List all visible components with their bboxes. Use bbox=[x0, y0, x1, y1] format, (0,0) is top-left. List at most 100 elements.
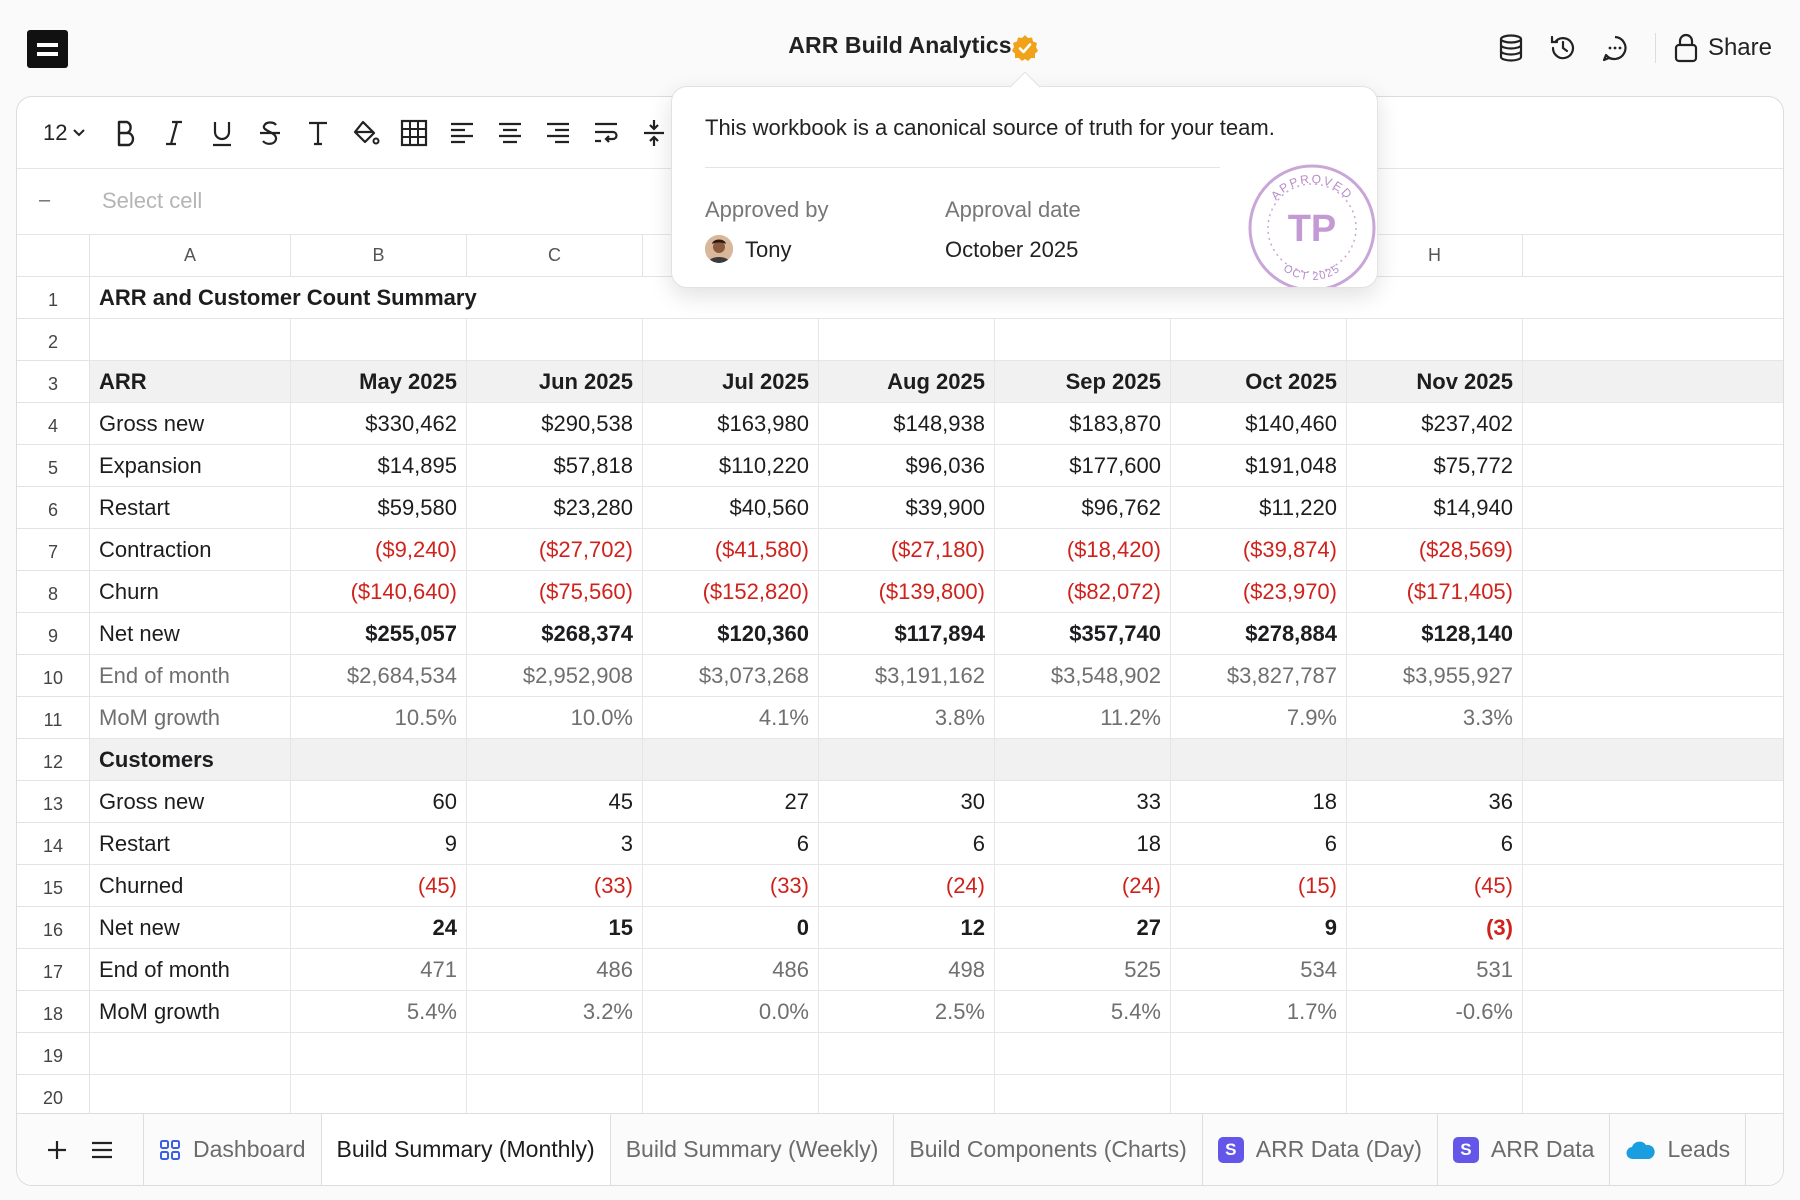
value-cell[interactable]: Oct 2025 bbox=[1171, 361, 1347, 403]
value-cell[interactable]: 4.1% bbox=[643, 697, 819, 739]
value-cell[interactable]: $290,538 bbox=[467, 403, 643, 445]
value-cell[interactable]: $3,191,162 bbox=[819, 655, 995, 697]
row-number[interactable]: 2 bbox=[17, 319, 90, 361]
value-cell[interactable]: 60 bbox=[291, 781, 467, 823]
value-cell[interactable]: 5.4% bbox=[291, 991, 467, 1033]
value-cell[interactable]: May 2025 bbox=[291, 361, 467, 403]
app-logo-icon[interactable] bbox=[27, 30, 68, 68]
value-cell[interactable]: 0 bbox=[643, 907, 819, 949]
column-header-c[interactable]: C bbox=[467, 235, 643, 277]
value-cell[interactable] bbox=[1347, 1033, 1523, 1075]
row-label-cell[interactable]: Net new bbox=[90, 907, 291, 949]
value-cell[interactable]: $96,762 bbox=[995, 487, 1171, 529]
value-cell[interactable]: (24) bbox=[819, 865, 995, 907]
value-cell[interactable]: $278,884 bbox=[1171, 613, 1347, 655]
value-cell[interactable] bbox=[1523, 739, 1783, 781]
value-cell[interactable]: 0.0% bbox=[643, 991, 819, 1033]
value-cell[interactable]: ($27,180) bbox=[819, 529, 995, 571]
value-cell[interactable]: $3,073,268 bbox=[643, 655, 819, 697]
value-cell[interactable]: ($23,970) bbox=[1171, 571, 1347, 613]
value-cell[interactable]: $59,580 bbox=[291, 487, 467, 529]
value-cell[interactable]: 2.5% bbox=[819, 991, 995, 1033]
value-cell[interactable] bbox=[995, 1033, 1171, 1075]
vertical-align-icon[interactable] bbox=[633, 112, 675, 154]
value-cell[interactable]: (45) bbox=[291, 865, 467, 907]
value-cell[interactable]: ($41,580) bbox=[643, 529, 819, 571]
sheet-menu-icon[interactable] bbox=[90, 1140, 114, 1160]
row-number[interactable]: 5 bbox=[17, 445, 90, 487]
row-number[interactable]: 1 bbox=[17, 277, 90, 319]
value-cell[interactable]: 18 bbox=[995, 823, 1171, 865]
workbook-title[interactable]: ARR Build Analytics bbox=[788, 32, 1011, 58]
value-cell[interactable]: Sep 2025 bbox=[995, 361, 1171, 403]
value-cell[interactable]: 27 bbox=[643, 781, 819, 823]
value-cell[interactable]: 6 bbox=[1171, 823, 1347, 865]
row-label-cell[interactable]: Gross new bbox=[90, 781, 291, 823]
value-cell[interactable]: 1.7% bbox=[1171, 991, 1347, 1033]
value-cell[interactable]: $140,460 bbox=[1171, 403, 1347, 445]
row-number[interactable]: 10 bbox=[17, 655, 90, 697]
value-cell[interactable]: ($82,072) bbox=[995, 571, 1171, 613]
value-cell[interactable] bbox=[467, 1075, 643, 1117]
value-cell[interactable] bbox=[1523, 823, 1783, 865]
add-sheet-icon[interactable] bbox=[46, 1139, 68, 1161]
row-label-cell[interactable]: End of month bbox=[90, 655, 291, 697]
value-cell[interactable]: 7.9% bbox=[1171, 697, 1347, 739]
history-icon[interactable] bbox=[1545, 30, 1581, 66]
cell-reference[interactable]: – bbox=[39, 189, 50, 212]
value-cell[interactable]: 10.0% bbox=[467, 697, 643, 739]
tab-dashboard[interactable]: Dashboard bbox=[144, 1114, 322, 1185]
value-cell[interactable] bbox=[819, 1033, 995, 1075]
bold-icon[interactable] bbox=[105, 112, 147, 154]
value-cell[interactable]: (45) bbox=[1347, 865, 1523, 907]
value-cell[interactable] bbox=[467, 319, 643, 361]
row-label-cell[interactable] bbox=[90, 319, 291, 361]
value-cell[interactable] bbox=[1523, 361, 1783, 403]
row-label-cell[interactable]: Contraction bbox=[90, 529, 291, 571]
value-cell[interactable]: (15) bbox=[1171, 865, 1347, 907]
row-label-cell[interactable]: ARR bbox=[90, 361, 291, 403]
row-number[interactable]: 11 bbox=[17, 697, 90, 739]
row-label-cell[interactable] bbox=[90, 1075, 291, 1117]
value-cell[interactable] bbox=[1523, 865, 1783, 907]
value-cell[interactable] bbox=[1523, 1033, 1783, 1075]
row-label-cell[interactable]: MoM growth bbox=[90, 991, 291, 1033]
value-cell[interactable]: 11.2% bbox=[995, 697, 1171, 739]
tab-build-summary-monthly[interactable]: Build Summary (Monthly) bbox=[321, 1114, 611, 1185]
row-label-cell[interactable]: End of month bbox=[90, 949, 291, 991]
row-label-cell[interactable]: Gross new bbox=[90, 403, 291, 445]
value-cell[interactable]: -0.6% bbox=[1347, 991, 1523, 1033]
value-cell[interactable]: Jun 2025 bbox=[467, 361, 643, 403]
value-cell[interactable] bbox=[1523, 697, 1783, 739]
row-number[interactable]: 12 bbox=[17, 739, 90, 781]
value-cell[interactable] bbox=[995, 739, 1171, 781]
value-cell[interactable]: 18 bbox=[1171, 781, 1347, 823]
value-cell[interactable] bbox=[1347, 319, 1523, 361]
value-cell[interactable]: 30 bbox=[819, 781, 995, 823]
comment-icon[interactable] bbox=[1597, 30, 1633, 66]
value-cell[interactable]: ($140,640) bbox=[291, 571, 467, 613]
tab-arr-data-day[interactable]: S ARR Data (Day) bbox=[1203, 1114, 1438, 1185]
value-cell[interactable]: ($171,405) bbox=[1347, 571, 1523, 613]
tab-leads[interactable]: Leads bbox=[1610, 1114, 1747, 1185]
value-cell[interactable]: (3) bbox=[1347, 907, 1523, 949]
row-number[interactable]: 20 bbox=[17, 1075, 90, 1117]
value-cell[interactable] bbox=[1523, 487, 1783, 529]
row-number[interactable]: 14 bbox=[17, 823, 90, 865]
value-cell[interactable]: 6 bbox=[643, 823, 819, 865]
value-cell[interactable]: 3.2% bbox=[467, 991, 643, 1033]
value-cell[interactable]: $255,057 bbox=[291, 613, 467, 655]
value-cell[interactable]: 9 bbox=[1171, 907, 1347, 949]
value-cell[interactable] bbox=[291, 319, 467, 361]
row-number[interactable]: 19 bbox=[17, 1033, 90, 1075]
value-cell[interactable]: Jul 2025 bbox=[643, 361, 819, 403]
value-cell[interactable] bbox=[1523, 403, 1783, 445]
value-cell[interactable]: $40,560 bbox=[643, 487, 819, 529]
borders-icon[interactable] bbox=[393, 112, 435, 154]
value-cell[interactable]: $330,462 bbox=[291, 403, 467, 445]
value-cell[interactable] bbox=[1171, 1075, 1347, 1117]
value-cell[interactable] bbox=[1523, 949, 1783, 991]
text-format-icon[interactable] bbox=[297, 112, 339, 154]
value-cell[interactable]: $2,684,534 bbox=[291, 655, 467, 697]
value-cell[interactable]: $177,600 bbox=[995, 445, 1171, 487]
